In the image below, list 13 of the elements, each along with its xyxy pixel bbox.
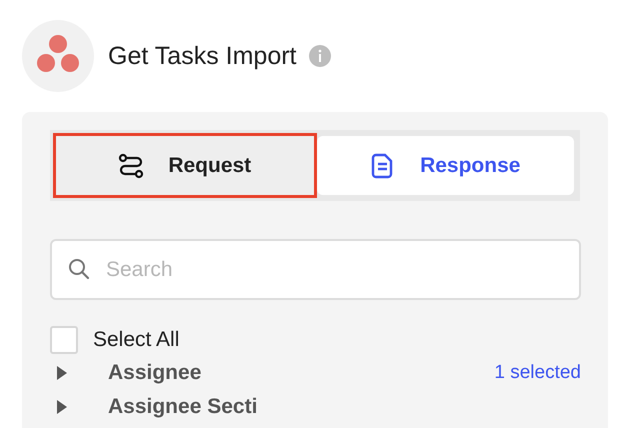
checkbox[interactable] [50, 326, 78, 354]
select-all-label: Select All [93, 328, 180, 352]
selection-count: 1 selected [494, 362, 581, 384]
expand-arrow-icon[interactable] [56, 399, 68, 415]
app-logo-icon [22, 20, 94, 92]
expand-arrow-icon[interactable] [56, 365, 68, 381]
route-icon [118, 152, 144, 178]
field-name: Assignee Secti [108, 395, 258, 419]
tab[interactable]: Response [316, 136, 574, 195]
tab[interactable]: Request [53, 133, 316, 198]
field-name: Assignee [108, 361, 202, 385]
search-field[interactable]: Search [50, 239, 581, 300]
page-title: Get Tasks Import [108, 42, 296, 70]
